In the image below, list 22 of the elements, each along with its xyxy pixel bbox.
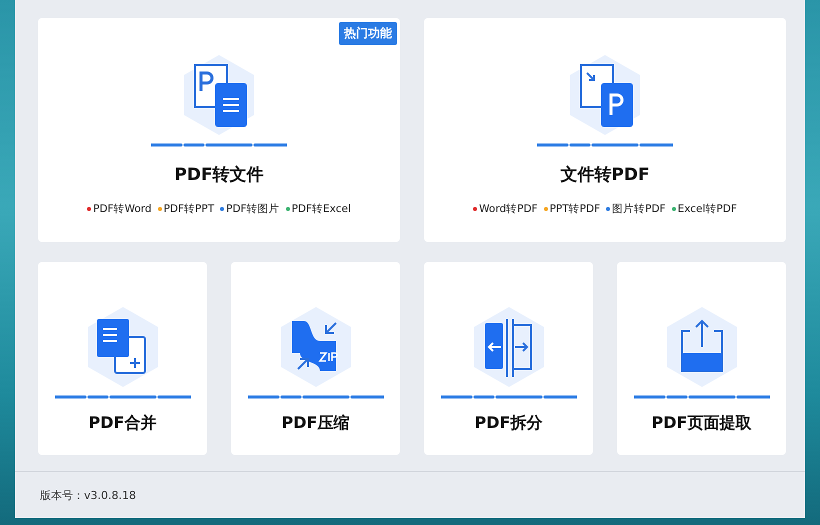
tool-card[interactable]: PDF拆分 [424,262,593,455]
format-label: PDF转图片 [220,202,280,216]
card-title: PDF压缩 [282,413,350,434]
feature-card[interactable]: 文件转PDF Word转PDF PPT转PDF 图片转PDF Excel转PDF [424,18,786,242]
tool-card[interactable]: PDF压缩 [231,262,400,455]
card-title: PDF页面提取 [652,413,752,434]
format-label: PPT转PDF [544,202,600,216]
card-title: PDF转文件 [174,164,264,186]
hot-badge: 热门功能 [339,22,397,45]
format-label: PDF转Excel [286,202,351,216]
card-title: PDF合并 [88,413,156,434]
format-label: PDF转PPT [158,202,214,216]
format-label: PDF转Word [87,202,152,216]
card-title: PDF拆分 [474,413,542,434]
tool-card[interactable]: PDF合并 [38,262,207,455]
format-label: 图片转PDF [606,202,666,216]
format-label: Excel转PDF [672,202,737,216]
feature-card[interactable]: 热门功能 PDF转文件 PDF转Word PDF转PPT PDF转图片 PDF转Excel [38,18,400,242]
tool-card[interactable]: PDF页面提取 [617,262,786,455]
format-label: Word转PDF [473,202,538,216]
version-label: 版本号：v3.0.8.18 [40,488,136,502]
card-title: 文件转PDF [560,164,650,186]
